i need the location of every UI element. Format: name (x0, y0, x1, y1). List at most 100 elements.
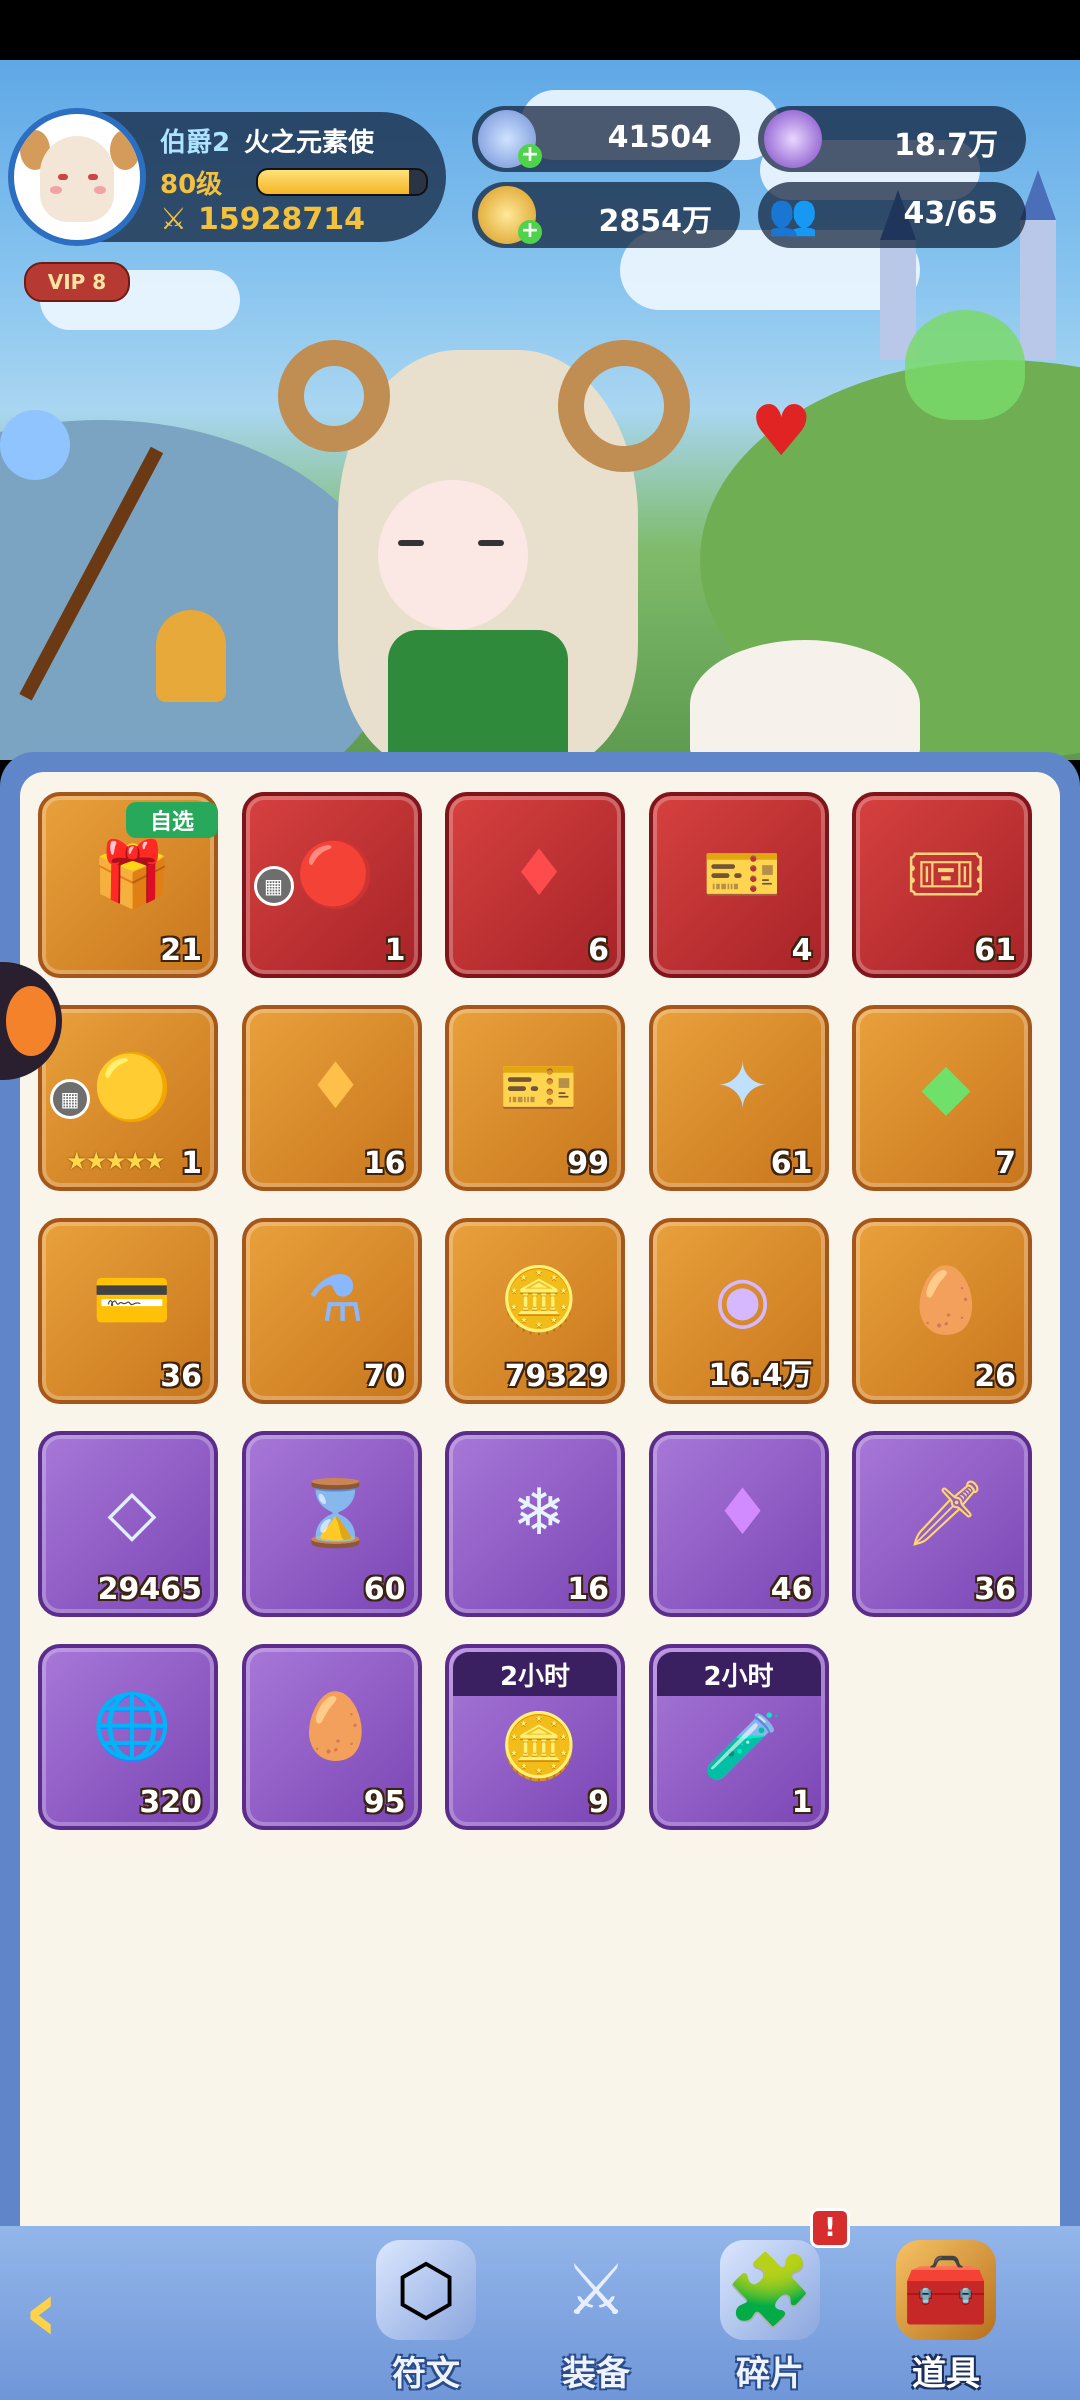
inventory-slot[interactable]: ⌛ 60 (241, 1431, 422, 1617)
bell-icon (156, 610, 226, 702)
player-rank: 伯爵2 (160, 128, 231, 158)
purple-orb-currency[interactable]: 18.7万 (758, 106, 1026, 172)
item-count: 16 (363, 1146, 406, 1181)
tab-rune[interactable]: ⬡ 符文 (346, 2230, 506, 2400)
bottom-nav: ‹ ⬡ 符文 ⚔ 装备 🧩 碎片 🧰 道具 (0, 2226, 1080, 2400)
inventory-slot[interactable]: ♦ 6 (445, 792, 625, 978)
avatar[interactable] (8, 108, 146, 246)
item-count: 95 (363, 1785, 406, 1820)
tab-equipment-label: 装备 (562, 2354, 630, 2394)
inventory-slot[interactable]: 🟡 ▦ ★★★★★ 1 (38, 1005, 218, 1191)
heart-icon: ♥ (750, 390, 813, 472)
inventory-slot[interactable]: ◇ 29465 (38, 1431, 218, 1617)
item-count: 320 (139, 1785, 202, 1820)
grid-icon: ▦ (253, 866, 294, 906)
status-bar (0, 0, 1080, 60)
vip-badge[interactable]: VIP 8 (24, 262, 130, 302)
combat-power: 15928714 (198, 202, 365, 237)
diamond-shard-icon: ◇ (107, 1476, 157, 1550)
item-count: 1 (384, 933, 406, 968)
star-currency[interactable]: + 41504 (472, 106, 740, 172)
inventory-slot[interactable]: ◆ 7 (852, 1005, 1032, 1191)
rune-icon: ⬡ (376, 2240, 476, 2340)
inventory-slot[interactable]: 🎟 61 (852, 792, 1032, 978)
friends-icon: 👥 (768, 192, 818, 238)
inventory-slot[interactable]: ♦ 46 (648, 1431, 829, 1617)
duration-label: 2小时 (656, 1652, 821, 1696)
green-slime (905, 310, 1025, 420)
item-count: 1 (181, 1146, 202, 1181)
add-star-button[interactable]: + (518, 144, 542, 168)
item-count: 26 (974, 1359, 1016, 1394)
crossed-swords-icon: ⚔ (564, 2249, 628, 2331)
purple-coin-icon: ◉ (714, 1263, 771, 1337)
gold-coin-icon: 🪙 (499, 1263, 579, 1338)
blue-ticket-icon: 🎫 (702, 837, 783, 912)
selectable-badge: 自选 (126, 802, 218, 838)
dragon-egg-icon: 🥚 (906, 1263, 986, 1338)
purple-orb-amount: 18.7万 (893, 128, 998, 163)
gold-currency[interactable]: + 2854万 (472, 182, 740, 248)
fragment-alert-badge: ! (810, 2208, 850, 2248)
crossed-swords-icon: ⚔ (160, 202, 187, 237)
tab-rune-label: 符文 (392, 2354, 460, 2394)
item-count: 70 (363, 1359, 406, 1394)
tab-items[interactable]: 🧰 道具 (866, 2230, 1026, 2400)
purple-crystal-icon: ♦ (713, 1476, 772, 1550)
friends-counter[interactable]: 👥 43/65 (758, 182, 1026, 248)
planet-orb-icon: 🌐 (92, 1689, 172, 1764)
tab-fragment[interactable]: 🧩 碎片 (690, 2230, 850, 2400)
duration-label: 2小时 (453, 1652, 617, 1696)
item-count: 61 (770, 1146, 813, 1181)
ice-crystal-icon: ❄ (512, 1476, 566, 1550)
item-count: 79329 (504, 1359, 609, 1394)
inventory-slot[interactable]: 🌐 320 (38, 1644, 218, 1830)
orange-ticket-icon: 🎫 (499, 1050, 579, 1125)
item-count: 7 (995, 1146, 1016, 1181)
item-count: 9 (588, 1785, 609, 1820)
purple-orb-icon (764, 110, 822, 168)
inventory-slot[interactable]: ♦ 16 (241, 1005, 422, 1191)
purple-egg-icon: 🥚 (295, 1689, 376, 1764)
hourglass-icon: ⌛ (295, 1476, 376, 1551)
inventory-slot[interactable]: 🔴 ▦ 1 (241, 792, 422, 978)
inventory-slot[interactable]: 🎫 99 (445, 1005, 625, 1191)
back-button[interactable]: ‹ (24, 2262, 134, 2372)
inventory-slot[interactable]: ✦ 61 (648, 1005, 829, 1191)
inventory-slot[interactable]: 🥚 26 (852, 1218, 1032, 1404)
hero-character[interactable] (278, 340, 718, 770)
inventory-slot[interactable]: 🎫 4 (648, 792, 829, 978)
add-gold-button[interactable]: + (518, 220, 542, 244)
grid-icon: ▦ (50, 1079, 90, 1119)
inventory-slot[interactable]: 🪙 2小时 9 (445, 1644, 625, 1830)
inventory-slot[interactable]: ❄ 16 (445, 1431, 625, 1617)
inventory-slot[interactable]: 🥚 95 (241, 1644, 422, 1830)
gold-amount: 2854万 (598, 204, 713, 239)
inventory-slot[interactable]: 🗡 36 (852, 1431, 1032, 1617)
tab-equipment[interactable]: ⚔ 装备 (516, 2230, 676, 2400)
inventory-slot[interactable]: 🎁 自选 21 (38, 792, 218, 978)
gift-box-icon: 🎁 (92, 837, 172, 912)
item-count: 99 (567, 1146, 609, 1181)
item-count: 46 (770, 1572, 813, 1607)
item-count: 1 (791, 1785, 813, 1820)
inventory-slot[interactable]: 💳 36 (38, 1218, 218, 1404)
blue-slime (0, 410, 70, 480)
inventory-slot[interactable]: 🪙 79329 (445, 1218, 625, 1404)
inventory-slot[interactable]: 🧪 2小时 1 (648, 1644, 829, 1830)
gold-orb-icon: 🟡 (92, 1050, 172, 1125)
item-count: 6 (588, 933, 609, 968)
star-amount: 41504 (607, 120, 712, 155)
red-crystal-icon: ♦ (510, 837, 568, 911)
item-count: 16 (567, 1572, 609, 1607)
item-count: 16.4万 (708, 1358, 813, 1393)
player-level: 80级 (160, 170, 223, 200)
inventory-slot[interactable]: ⚗ 70 (241, 1218, 422, 1404)
green-potion-icon: 🧪 (702, 1709, 783, 1784)
star-rating: ★★★★★ (66, 1147, 166, 1175)
item-count: 29465 (97, 1572, 202, 1607)
inventory-slot[interactable]: ◉ 16.4万 (648, 1218, 829, 1404)
player-profile[interactable]: 伯爵2 火之元素使 80级 ⚔ 15928714 (8, 108, 448, 246)
blue-star-icon: ✦ (715, 1050, 770, 1124)
tab-items-label: 道具 (912, 2354, 980, 2394)
